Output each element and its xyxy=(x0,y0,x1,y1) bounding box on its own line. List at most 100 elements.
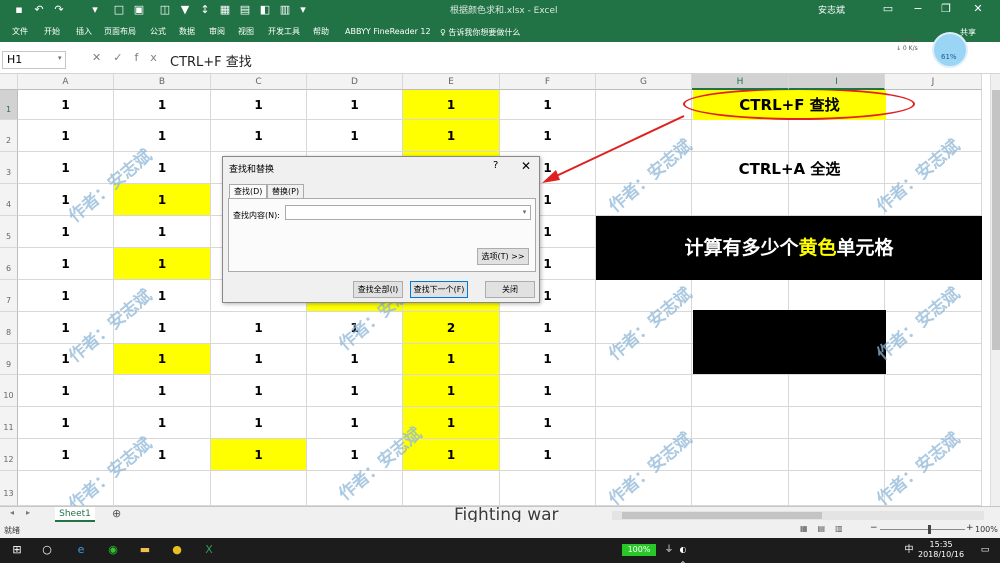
row-header-13[interactable]: 13 xyxy=(0,471,18,506)
cell-c1[interactable]: 1 xyxy=(211,90,307,120)
find-all-button[interactable]: 查找全部(I) xyxy=(353,281,403,298)
column-header-i[interactable]: I xyxy=(789,74,885,90)
wechat-icon[interactable]: ◉ xyxy=(106,543,120,557)
cell-i7[interactable] xyxy=(789,280,885,312)
clock[interactable]: 15:35 2018/10/16 xyxy=(918,540,964,560)
tab-developer[interactable]: 开发工具 xyxy=(268,27,300,37)
sort-icon[interactable]: ↕ xyxy=(198,2,212,18)
row-header-10[interactable]: 10 xyxy=(0,375,18,407)
cell-h7[interactable] xyxy=(692,280,789,312)
cell-f11[interactable]: 1 xyxy=(500,407,596,439)
cell-h13[interactable] xyxy=(692,471,789,506)
zoom-out-icon[interactable]: − xyxy=(870,523,878,533)
find-next-button[interactable]: 查找下一个(F) xyxy=(410,281,468,298)
scroll-right-icon[interactable]: ▸ xyxy=(26,508,30,517)
ime-indicator[interactable]: 中 xyxy=(902,543,916,557)
help-button[interactable]: ? xyxy=(493,160,498,171)
cell-e1[interactable]: 1 xyxy=(403,90,500,120)
vertical-scrollbar[interactable] xyxy=(990,74,1000,506)
cell-e13[interactable] xyxy=(403,471,500,506)
select-all-corner[interactable] xyxy=(0,74,18,90)
user-name[interactable]: 安志斌 xyxy=(818,3,845,16)
open-icon[interactable]: ▣ xyxy=(132,2,146,18)
column-header-h[interactable]: H xyxy=(692,74,789,90)
column-header-g[interactable]: G xyxy=(596,74,692,90)
cell-f8[interactable]: 1 xyxy=(500,312,596,344)
cell-c2[interactable]: 1 xyxy=(211,120,307,152)
row-header-7[interactable]: 7 xyxy=(0,280,18,312)
cell-i10[interactable] xyxy=(789,375,885,407)
windows-start-icon[interactable]: ⊞ xyxy=(10,543,24,557)
name-box[interactable]: H1 xyxy=(2,51,66,69)
cell-b2[interactable]: 1 xyxy=(114,120,211,152)
excel-icon[interactable]: X xyxy=(202,543,216,557)
minimize-button[interactable]: − xyxy=(908,2,928,16)
tab-review[interactable]: 审阅 xyxy=(209,27,225,37)
cell-h12[interactable] xyxy=(692,439,789,471)
cell-b13[interactable] xyxy=(114,471,211,506)
close-dialog-button[interactable]: 关闭 xyxy=(485,281,535,298)
cell-d2[interactable]: 1 xyxy=(307,120,403,152)
restore-button[interactable]: ❐ xyxy=(936,2,956,16)
column-header-b[interactable]: B xyxy=(114,74,211,90)
row-header-8[interactable]: 8 xyxy=(0,312,18,344)
cell-b9[interactable]: 1 xyxy=(114,344,211,375)
close-button[interactable]: ✕ xyxy=(968,2,988,16)
edge-icon[interactable]: e xyxy=(74,543,88,557)
folder-icon[interactable]: ▬ xyxy=(138,543,152,557)
zoom-slider[interactable] xyxy=(880,529,965,530)
tab-insert[interactable]: 插入 xyxy=(76,27,92,37)
cell-a7[interactable]: 1 xyxy=(18,280,114,312)
cell-i4[interactable] xyxy=(789,184,885,216)
print-preview-icon[interactable]: ◫ xyxy=(158,2,172,18)
view-buttons[interactable]: ▦▤▥ xyxy=(800,524,853,533)
column-header-j[interactable]: J xyxy=(885,74,982,90)
chart-icon[interactable]: ▤ xyxy=(238,2,252,18)
redo-icon[interactable]: ↷ xyxy=(52,2,66,18)
zoom-knob[interactable] xyxy=(928,525,931,534)
cell-c9[interactable]: 1 xyxy=(211,344,307,375)
cell-d11[interactable]: 1 xyxy=(307,407,403,439)
cell-e10[interactable]: 1 xyxy=(403,375,500,407)
sheet-tab[interactable]: Sheet1 xyxy=(55,507,95,522)
tab-replace[interactable]: 替换(P) xyxy=(267,184,305,199)
name-box-dropdown-icon[interactable]: ▾ xyxy=(58,54,62,62)
table-icon[interactable]: ▦ xyxy=(218,2,232,18)
tab-data[interactable]: 数据 xyxy=(179,27,195,37)
row-header-2[interactable]: 2 xyxy=(0,120,18,152)
search-icon[interactable]: ○ xyxy=(40,543,54,557)
find-history-dropdown-icon[interactable]: ▾ xyxy=(519,206,530,219)
row-header-1[interactable]: 1 xyxy=(0,90,18,120)
cell-h4[interactable] xyxy=(692,184,789,216)
column-header-a[interactable]: A xyxy=(18,74,114,90)
cell-f12[interactable]: 1 xyxy=(500,439,596,471)
dialog-close-button[interactable]: ✕ xyxy=(521,159,531,173)
cell-b4[interactable]: 1 xyxy=(114,184,211,216)
cell-c11[interactable]: 1 xyxy=(211,407,307,439)
column-header-c[interactable]: C xyxy=(211,74,307,90)
ribbon-options-icon[interactable]: ▭ xyxy=(878,2,898,16)
cell-a10[interactable]: 1 xyxy=(18,375,114,407)
cell-a11[interactable]: 1 xyxy=(18,407,114,439)
cell-a5[interactable]: 1 xyxy=(18,216,114,248)
macro-icon[interactable]: ▥ xyxy=(278,2,292,18)
tab-view[interactable]: 视图 xyxy=(238,27,254,37)
cell-h2[interactable] xyxy=(692,120,789,152)
enter-icon[interactable]: ✓ xyxy=(113,51,134,64)
cell-c8[interactable]: 1 xyxy=(211,312,307,344)
add-sheet-button[interactable]: ⊕ xyxy=(112,507,121,520)
cell-e9[interactable]: 1 xyxy=(403,344,500,375)
column-header-d[interactable]: D xyxy=(307,74,403,90)
undo-icon[interactable]: ↶ xyxy=(32,2,46,18)
row-header-11[interactable]: 11 xyxy=(0,407,18,439)
cell-b6[interactable]: 1 xyxy=(114,248,211,280)
cell-f10[interactable]: 1 xyxy=(500,375,596,407)
notification-icon[interactable]: ▭ xyxy=(978,543,992,557)
row-header-5[interactable]: 5 xyxy=(0,216,18,248)
cell-i12[interactable] xyxy=(789,439,885,471)
tray-icons[interactable]: ◐ ◈ ◉ ◆ ◂ ◍ ▪ ◉ ◐ ◇ ◂ ⊡ ✎ ◔ ⚐ xyxy=(676,543,690,563)
filter-icon[interactable]: ▼ xyxy=(178,2,192,18)
new-icon[interactable]: □ xyxy=(112,2,126,18)
tab-page-layout[interactable]: 页面布局 xyxy=(104,27,136,37)
options-button[interactable]: 选项(T) >> xyxy=(477,248,529,265)
